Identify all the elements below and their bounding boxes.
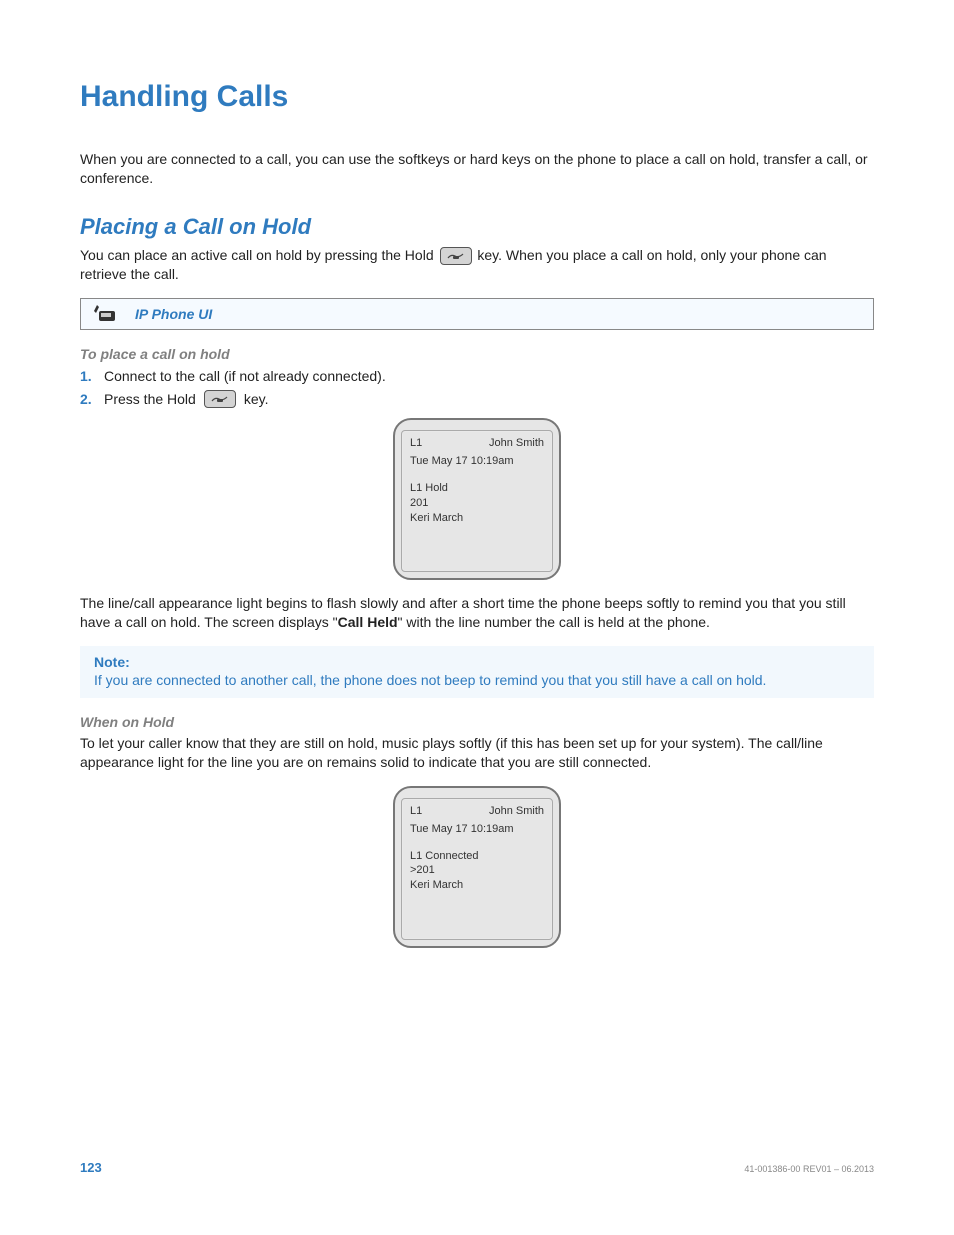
- page-title: Handling Calls: [80, 80, 874, 114]
- sub-heading-to-place-hold: To place a call on hold: [80, 346, 874, 362]
- phone-line: L1: [410, 437, 422, 449]
- steps-list: 1. Connect to the call (if not already c…: [80, 368, 874, 408]
- phone-caller: Keri March: [410, 511, 544, 526]
- page-footer: 123 41-001386-00 REV01 – 06.2013: [80, 1160, 874, 1175]
- phone-datetime: Tue May 17 10:19am: [410, 823, 544, 835]
- intro-paragraph: When you are connected to a call, you ca…: [80, 150, 874, 188]
- sub-heading-when-on-hold: When on Hold: [80, 714, 874, 730]
- phone-datetime: Tue May 17 10:19am: [410, 455, 544, 467]
- phone-screen: L1 John Smith Tue May 17 10:19am L1 Hold…: [393, 418, 561, 580]
- note-box: Note: If you are connected to another ca…: [80, 646, 874, 698]
- after-phone-post: " with the line number the call is held …: [398, 614, 710, 630]
- section-heading-placing-hold: Placing a Call on Hold: [80, 214, 874, 240]
- when-on-hold-body: To let your caller know that they are st…: [80, 734, 874, 772]
- note-text: If you are connected to another call, th…: [94, 672, 860, 688]
- step-text-post: key.: [244, 391, 269, 407]
- phone-caller: Keri March: [410, 878, 544, 893]
- document-revision: 41-001386-00 REV01 – 06.2013: [744, 1164, 874, 1174]
- phone-ext: >201: [410, 863, 544, 878]
- phone-user-name: John Smith: [489, 437, 544, 449]
- ip-phone-ui-label: IP Phone UI: [135, 306, 212, 322]
- hold-key-icon: [204, 390, 236, 408]
- document-page: Handling Calls When you are connected to…: [0, 0, 954, 1235]
- phone-status-line: L1 Connected: [410, 849, 544, 864]
- ip-phone-ui-bar: IP Phone UI: [80, 298, 874, 330]
- step-number: 2.: [80, 391, 98, 407]
- note-label: Note:: [94, 654, 860, 670]
- section1-body: You can place an active call on hold by …: [80, 246, 874, 284]
- step-text: Connect to the call (if not already conn…: [104, 368, 386, 384]
- step-item: 1. Connect to the call (if not already c…: [80, 368, 874, 384]
- step-text-pre: Press the Hold: [104, 391, 196, 407]
- call-held-bold: Call Held: [338, 614, 398, 630]
- phone-status-line: L1 Hold: [410, 481, 544, 496]
- phone-ext: 201: [410, 496, 544, 511]
- page-number: 123: [80, 1160, 102, 1175]
- phone-icon: [91, 303, 121, 325]
- phone-screen-hold: L1 John Smith Tue May 17 10:19am L1 Hold…: [80, 418, 874, 580]
- hold-key-icon: [440, 247, 472, 265]
- step-number: 1.: [80, 368, 98, 384]
- phone-user-name: John Smith: [489, 805, 544, 817]
- phone-display: L1 John Smith Tue May 17 10:19am L1 Conn…: [401, 798, 553, 940]
- after-phone-paragraph: The line/call appearance light begins to…: [80, 594, 874, 632]
- section1-body-pre: You can place an active call on hold by …: [80, 247, 438, 263]
- step-item: 2. Press the Hold key.: [80, 390, 874, 408]
- phone-line: L1: [410, 805, 422, 817]
- phone-display: L1 John Smith Tue May 17 10:19am L1 Hold…: [401, 430, 553, 572]
- phone-screen-connected: L1 John Smith Tue May 17 10:19am L1 Conn…: [80, 786, 874, 948]
- phone-screen: L1 John Smith Tue May 17 10:19am L1 Conn…: [393, 786, 561, 948]
